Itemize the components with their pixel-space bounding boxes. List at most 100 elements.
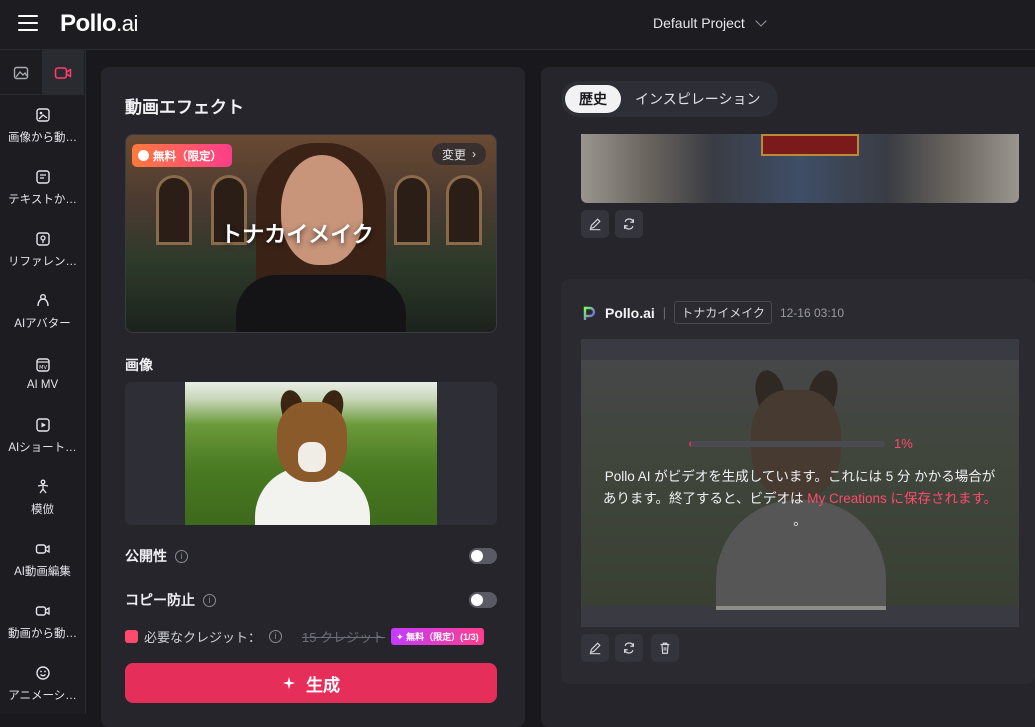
sidebar: 画像から動… テキストか… リファレン… AIアバター MV AI MV AIシ…: [0, 50, 86, 714]
progress-bar: [689, 441, 885, 447]
sidebar-tab-image[interactable]: [0, 50, 42, 95]
timestamp: 12-16 03:10: [779, 305, 845, 320]
generation-preview: 1% Pollo AI がビデオを生成しています。これには 5 分 かかる場合が…: [581, 339, 1019, 627]
video-to-video-icon: [35, 606, 50, 616]
sidebar-item-label: AI MV: [26, 379, 59, 391]
generate-button[interactable]: 生成: [125, 663, 497, 703]
panel-title: 動画エフェクト: [125, 98, 244, 117]
sidebar-item-label: 動画から動…: [8, 628, 77, 640]
trash-icon: [660, 642, 670, 654]
avatar-icon: [36, 294, 49, 307]
sidebar-item-reference[interactable]: リファレン…: [0, 219, 85, 281]
sidebar-item-video-edit[interactable]: AI動画編集: [0, 529, 85, 591]
logo[interactable]: Pollo.ai: [60, 10, 138, 38]
credits-row: 必要なクレジット： i 15 クレジット ✦ 無料（限定）(1/3): [125, 627, 497, 645]
sidebar-item-text-to-video[interactable]: テキストか…: [0, 157, 85, 219]
text-to-video-icon: [35, 170, 50, 184]
effect-name: トナカイメイク: [220, 222, 374, 247]
change-effect-button[interactable]: 変更 ›: [431, 143, 486, 165]
sidebar-tabs: [0, 50, 85, 95]
sidebar-item-label: アニメーシ…: [8, 690, 77, 702]
public-row: 公開性 i: [125, 546, 497, 566]
sparkle-icon: [282, 676, 296, 690]
clock-icon: [138, 150, 149, 161]
message-tail: 。: [793, 513, 807, 528]
change-label: 変更: [441, 147, 466, 162]
sidebar-item-animation[interactable]: アニメーシ…: [0, 653, 85, 715]
info-icon[interactable]: i: [175, 549, 188, 563]
sidebar-item-short-video[interactable]: AIショート…: [0, 405, 85, 467]
effect-preview-card[interactable]: 無料（限定） 変更 › トナカイメイク: [125, 134, 497, 333]
logo-suffix: .ai: [116, 11, 138, 36]
image-upload-box[interactable]: [125, 382, 497, 525]
credits-label: 必要なクレジット：: [144, 629, 262, 645]
generation-message: Pollo AI がビデオを生成しています。これには 5 分 かかる場合がありま…: [601, 466, 999, 532]
uploaded-dog-image: [185, 382, 437, 525]
info-icon[interactable]: i: [203, 593, 216, 607]
pollo-logo-icon: [583, 306, 596, 320]
edit-button[interactable]: [581, 634, 609, 662]
short-video-icon: [35, 418, 50, 432]
credits-original: 15 クレジット: [302, 629, 386, 645]
public-toggle[interactable]: [469, 548, 497, 564]
project-selector[interactable]: Default Project: [653, 15, 767, 31]
edit-button[interactable]: [581, 210, 609, 238]
sidebar-item-avatar[interactable]: AIアバター: [0, 281, 85, 343]
book-in-thumbnail: [761, 134, 859, 156]
sidebar-item-mimic[interactable]: 模倣: [0, 467, 85, 529]
effect-settings-panel: 動画エフェクト 無料（限定） 変更 › トナカイメイク 画像 公開性 i コピー…: [101, 67, 525, 727]
chevron-right-icon: ›: [472, 147, 476, 161]
image-icon: [13, 66, 29, 79]
sidebar-item-label: 模倣: [31, 504, 54, 516]
brand-name: Pollo.ai: [605, 304, 655, 321]
separator: |: [662, 305, 667, 320]
free-limited-badge: 無料（限定）: [132, 144, 232, 167]
generate-label: 生成: [306, 675, 340, 695]
sidebar-item-image-to-video[interactable]: 画像から動…: [0, 95, 85, 157]
sidebar-item-label: リファレン…: [8, 256, 77, 268]
delete-button[interactable]: [651, 634, 679, 662]
tab-inspiration[interactable]: インスピレーション: [621, 85, 774, 113]
credit-coin-icon: [125, 629, 138, 643]
menu-icon[interactable]: [18, 15, 38, 33]
sidebar-tab-video[interactable]: [42, 50, 84, 95]
top-bar: Pollo.ai Default Project: [0, 0, 1035, 50]
video-icon: [54, 66, 72, 79]
video-edit-icon: [35, 544, 50, 554]
generation-card: Pollo.ai | トナカイメイク 12-16 03:10 1% Pollo …: [561, 279, 1035, 684]
sidebar-item-label: AIアバター: [14, 318, 71, 330]
mimic-icon: [37, 479, 48, 494]
regenerate-button[interactable]: [615, 210, 643, 238]
info-icon[interactable]: i: [269, 629, 283, 643]
progress-percent: 1%: [894, 436, 913, 451]
history-panel: 歴史 インスピレーション Pollo.ai | トナカイメイク 12-16 03…: [541, 67, 1035, 727]
project-name: Default Project: [653, 15, 745, 31]
credits-free-badge: ✦ 無料（限定）(1/3): [391, 627, 484, 645]
svg-text:MV: MV: [39, 365, 47, 371]
regenerate-button[interactable]: [615, 634, 643, 662]
image-section-label: 画像: [125, 357, 153, 373]
tab-history[interactable]: 歴史: [565, 85, 621, 113]
progress-fill: [689, 441, 691, 447]
previous-result-thumbnail[interactable]: [581, 134, 1019, 203]
effect-tag: トナカイメイク: [674, 301, 772, 324]
pencil-icon: [589, 218, 601, 231]
reference-icon: [35, 232, 50, 246]
logo-main: Pollo: [60, 10, 117, 37]
mv-icon: MV: [35, 358, 50, 372]
refresh-icon: [624, 642, 634, 654]
public-label: 公開性: [125, 548, 167, 564]
sidebar-item-label: テキストか…: [8, 194, 77, 206]
sidebar-item-mv[interactable]: MV AI MV: [0, 343, 85, 405]
dog-snout: [298, 442, 326, 472]
image-to-video-icon: [35, 108, 50, 122]
sidebar-item-label: AIショート…: [8, 442, 77, 454]
history-tabs: 歴史 インスピレーション: [561, 81, 779, 117]
copy-protect-toggle[interactable]: [469, 592, 497, 608]
sidebar-item-video-to-video[interactable]: 動画から動…: [0, 591, 85, 653]
chevron-down-icon: [755, 15, 767, 27]
my-creations-link[interactable]: My Creations に保存されます。: [807, 491, 997, 506]
refresh-icon: [624, 218, 634, 230]
animation-icon: [35, 666, 50, 680]
preview-body: [236, 275, 406, 332]
